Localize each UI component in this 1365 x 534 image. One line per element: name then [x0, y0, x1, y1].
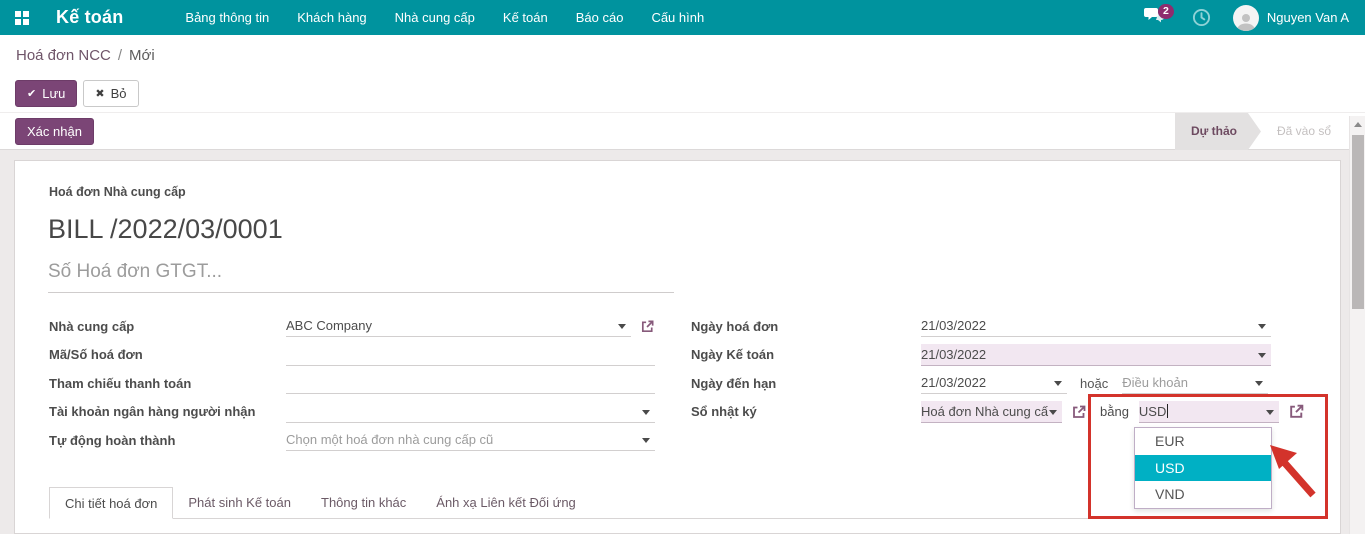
document-number[interactable]: BILL /2022/03/0001: [48, 214, 283, 245]
breadcrumb-separator: /: [118, 47, 122, 64]
currency-option-usd[interactable]: USD: [1135, 455, 1271, 482]
scrollbar-thumb[interactable]: [1352, 135, 1364, 309]
navbar-right: 2 Nguyen Van A: [1144, 5, 1365, 31]
currency-dropdown-menu: EUR USD VND: [1134, 427, 1272, 509]
activities-button[interactable]: [1192, 8, 1211, 27]
currency-option-eur[interactable]: EUR: [1135, 428, 1271, 455]
check-icon: ✔: [27, 87, 36, 100]
field-row-bank-account: Tài khoản ngân hàng người nhận: [49, 398, 655, 427]
tab-other-info[interactable]: Thông tin khác: [306, 487, 421, 518]
field-row-due-date: Ngày đến hạn 21/03/2022 hoặc Điều khoản: [691, 369, 1305, 398]
field-row-bill-ref: Mã/Số hoá đơn: [49, 341, 655, 370]
tab-journal-items[interactable]: Phát sinh Kế toán: [173, 487, 306, 518]
external-link-icon[interactable]: [1288, 403, 1305, 420]
chevron-down-icon[interactable]: [1054, 381, 1062, 386]
bank-account-label: Tài khoản ngân hàng người nhận: [49, 404, 286, 419]
close-icon: ✖: [95, 87, 104, 100]
document-type-label: Hoá đơn Nhà cung cấp: [49, 185, 186, 199]
field-row-payment-ref: Tham chiếu thanh toán: [49, 369, 655, 398]
user-menu[interactable]: Nguyen Van A: [1267, 10, 1349, 25]
breadcrumb-current: Mới: [129, 47, 155, 64]
invoice-form-sheet: Hoá đơn Nhà cung cấp BILL /2022/03/0001 …: [14, 160, 1341, 534]
status-posted[interactable]: Đã vào sổ: [1261, 113, 1347, 150]
messages-button[interactable]: 2: [1144, 7, 1174, 28]
accounting-date-label: Ngày Kế toán: [691, 347, 921, 362]
field-row-journal: Sổ nhật ký Hoá đơn Nhà cung cấ bằng USD: [691, 398, 1305, 427]
status-draft[interactable]: Dự thảo: [1175, 113, 1261, 150]
bill-ref-input[interactable]: [286, 344, 655, 366]
supplier-label: Nhà cung cấp: [49, 319, 286, 334]
chevron-down-icon[interactable]: [642, 410, 650, 415]
app-title[interactable]: Kế toán: [56, 7, 123, 28]
currency-option-vnd[interactable]: VND: [1135, 481, 1271, 508]
field-row-accounting-date: Ngày Kế toán 21/03/2022: [691, 341, 1305, 370]
currency-select[interactable]: USD: [1139, 401, 1279, 423]
breadcrumb-parent-link[interactable]: Hoá đơn NCC: [16, 47, 111, 64]
journal-select[interactable]: Hoá đơn Nhà cung cấ: [921, 401, 1062, 423]
menu-item-configuration[interactable]: Cấu hình: [637, 0, 718, 35]
journal-label: Sổ nhật ký: [691, 404, 921, 419]
discard-button[interactable]: ✖ Bỏ: [83, 80, 138, 107]
left-field-column: Nhà cung cấp ABC Company Mã/Số hoá đơn T…: [49, 312, 655, 455]
accounting-date-input[interactable]: 21/03/2022: [921, 344, 1271, 366]
main-menu: Bảng thông tin Khách hàng Nhà cung cấp K…: [171, 0, 718, 35]
record-action-bar: ✔ Lưu ✖ Bỏ: [0, 75, 1365, 112]
top-navbar: Kế toán Bảng thông tin Khách hàng Nhà cu…: [0, 0, 1365, 35]
person-icon: [1236, 12, 1256, 31]
invoice-date-input[interactable]: 21/03/2022: [921, 315, 1271, 337]
content-background: Hoá đơn Nhà cung cấp BILL /2022/03/0001 …: [0, 150, 1365, 534]
due-date-input[interactable]: 21/03/2022: [921, 372, 1067, 394]
supplier-input[interactable]: ABC Company: [286, 315, 631, 337]
currency-connector-label: bằng: [1100, 404, 1129, 419]
menu-item-accounting[interactable]: Kế toán: [489, 0, 562, 35]
right-field-column: Ngày hoá đơn 21/03/2022 Ngày Kế toán 21/…: [691, 312, 1305, 426]
avatar[interactable]: [1233, 5, 1259, 31]
text-cursor: [1167, 404, 1168, 418]
vat-invoice-number-input[interactable]: Số Hoá đơn GTGT...: [48, 261, 674, 293]
field-row-supplier: Nhà cung cấp ABC Company: [49, 312, 655, 341]
chevron-down-icon[interactable]: [618, 324, 626, 329]
chevron-down-icon[interactable]: [1258, 353, 1266, 358]
payment-terms-select[interactable]: Điều khoản: [1122, 372, 1268, 394]
external-link-icon[interactable]: [640, 319, 655, 334]
form-statusbar: Xác nhận Dự thảo Đã vào sổ: [0, 112, 1365, 150]
or-connector-label: hoặc: [1080, 376, 1108, 391]
notebook-tabs: Chi tiết hoá đơn Phát sinh Kế toán Thông…: [49, 487, 1304, 519]
accounting-app-window: Kế toán Bảng thông tin Khách hàng Nhà cu…: [0, 0, 1365, 534]
apps-menu-icon[interactable]: [15, 11, 29, 25]
external-link-icon[interactable]: [1071, 404, 1087, 420]
chevron-down-icon[interactable]: [1049, 410, 1057, 415]
breadcrumb: Hoá đơn NCC / Mới: [0, 35, 1365, 75]
invoice-date-label: Ngày hoá đơn: [691, 319, 921, 334]
bank-account-select[interactable]: [286, 401, 655, 423]
tab-counterpart-mapping[interactable]: Ánh xạ Liên kết Đối ứng: [421, 487, 591, 518]
menu-item-reports[interactable]: Báo cáo: [562, 0, 638, 35]
vertical-scrollbar[interactable]: [1349, 116, 1365, 534]
message-count-badge: 2: [1158, 4, 1174, 19]
chevron-down-icon[interactable]: [1258, 324, 1266, 329]
due-date-label: Ngày đến hạn: [691, 376, 921, 391]
auto-complete-select[interactable]: Chọn một hoá đơn nhà cung cấp cũ: [286, 429, 655, 451]
scrollbar-up-arrow[interactable]: [1350, 116, 1365, 132]
payment-ref-label: Tham chiếu thanh toán: [49, 376, 286, 391]
payment-ref-input[interactable]: [286, 372, 655, 394]
chevron-down-icon[interactable]: [1255, 381, 1263, 386]
menu-item-customers[interactable]: Khách hàng: [283, 0, 380, 35]
status-pipeline: Dự thảo Đã vào sổ: [1175, 113, 1347, 150]
chevron-down-icon[interactable]: [1266, 410, 1274, 415]
menu-item-vendors[interactable]: Nhà cung cấp: [381, 0, 489, 35]
field-row-invoice-date: Ngày hoá đơn 21/03/2022: [691, 312, 1305, 341]
chevron-down-icon[interactable]: [642, 438, 650, 443]
bill-ref-label: Mã/Số hoá đơn: [49, 347, 286, 362]
clock-icon: [1192, 8, 1211, 27]
save-button[interactable]: ✔ Lưu: [15, 80, 77, 107]
tab-invoice-lines[interactable]: Chi tiết hoá đơn: [49, 487, 173, 519]
menu-item-dashboard[interactable]: Bảng thông tin: [171, 0, 283, 35]
confirm-button[interactable]: Xác nhận: [15, 118, 94, 145]
auto-complete-label: Tự động hoàn thành: [49, 433, 286, 448]
field-row-auto-complete: Tự động hoàn thành Chọn một hoá đơn nhà …: [49, 426, 655, 455]
